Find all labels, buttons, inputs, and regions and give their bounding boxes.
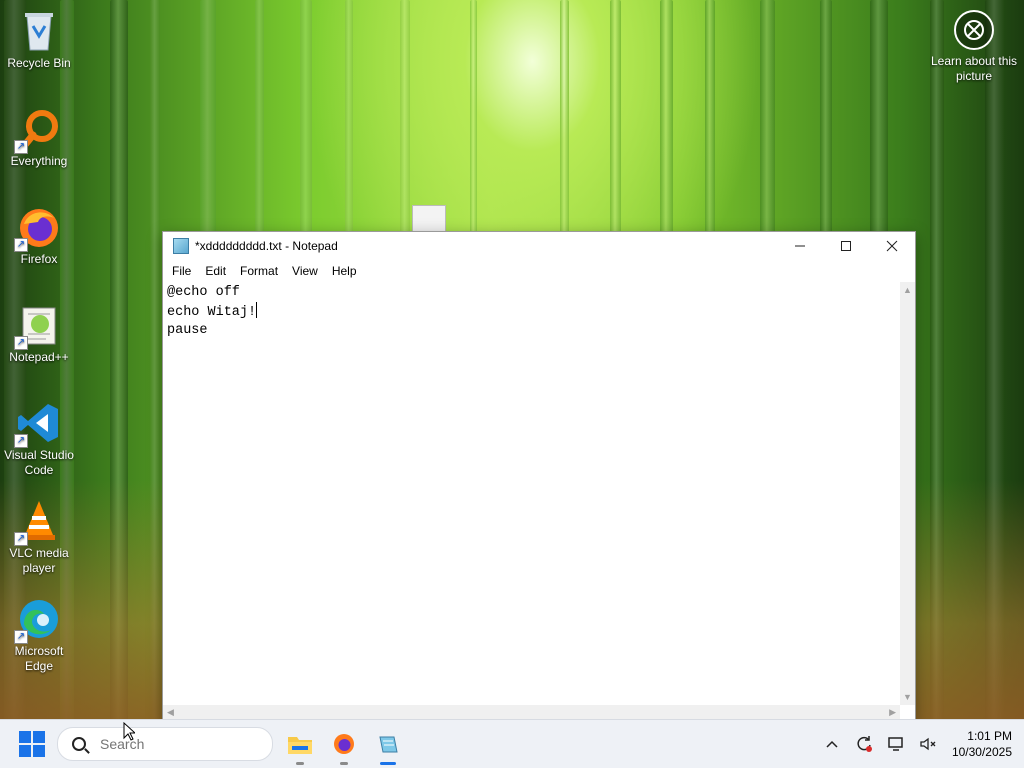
system-tray: 1:01 PM 10/30/2025 xyxy=(816,720,1024,768)
windows-logo-pane xyxy=(33,731,45,743)
title-bar[interactable]: *xddddddddd.txt - Notepad xyxy=(163,232,915,260)
learn-label: Learn about this picture xyxy=(930,54,1018,83)
taskbar-search[interactable] xyxy=(57,727,273,761)
firefox-icon: ↗ xyxy=(14,204,62,252)
notepad-icon xyxy=(173,238,189,254)
start-button[interactable] xyxy=(19,731,45,757)
scroll-left-icon[interactable]: ◀ xyxy=(167,707,174,718)
everything-search-icon: ↗ xyxy=(14,106,62,154)
window-title: *xddddddddd.txt - Notepad xyxy=(195,239,338,253)
scroll-up-icon[interactable]: ▲ xyxy=(903,285,912,295)
notepadpp-icon: ↗ xyxy=(14,302,62,350)
desktop-icon-label: Notepad++ xyxy=(9,350,69,364)
scroll-down-icon[interactable]: ▼ xyxy=(903,692,912,702)
running-indicator xyxy=(340,762,348,765)
file-explorer-icon xyxy=(288,737,312,754)
minimize-button[interactable] xyxy=(777,232,823,260)
bamboo-stalk xyxy=(985,0,1005,720)
shortcut-arrow-icon: ↗ xyxy=(14,140,28,154)
desktop-icon-label: Everything xyxy=(10,154,68,168)
menu-file[interactable]: File xyxy=(165,262,198,280)
text-caret xyxy=(256,302,258,318)
desktop-icon-label: Microsoft Edge xyxy=(14,644,64,673)
desktop-icon-label: Visual Studio Code xyxy=(4,448,74,477)
menu-edit[interactable]: Edit xyxy=(198,262,233,280)
desktop-icon-notepadpp[interactable]: ↗ Notepad++ xyxy=(2,298,76,365)
editor-line: @echo off xyxy=(167,285,240,300)
desktop-icon-vlc[interactable]: ↗ VLC media player xyxy=(2,494,76,576)
desktop-icon-vscode[interactable]: ↗ Visual Studio Code xyxy=(2,396,76,478)
volume-muted-icon[interactable] xyxy=(916,732,940,756)
taskbar-file-explorer[interactable] xyxy=(284,728,316,765)
bamboo-stalk xyxy=(110,0,128,720)
notepad-window: *xddddddddd.txt - Notepad File Edit Form… xyxy=(162,231,916,722)
text-editor[interactable]: @echo off echo Witaj! pause xyxy=(163,282,900,705)
desktop-icon-firefox[interactable]: ↗ Firefox xyxy=(2,200,76,267)
search-icon xyxy=(72,737,86,751)
desktop-icon-label: Firefox xyxy=(20,252,58,266)
running-indicator xyxy=(296,762,304,765)
editor-line-with-caret: echo Witaj! xyxy=(167,302,896,322)
vscode-icon: ↗ xyxy=(14,400,62,448)
editor-line: echo Witaj! xyxy=(167,305,257,320)
taskbar: 1:01 PM 10/30/2025 xyxy=(0,719,1024,768)
camera-lens-icon xyxy=(954,10,994,50)
maximize-button[interactable] xyxy=(823,232,869,260)
close-button[interactable] xyxy=(869,232,915,260)
windows-logo-pane xyxy=(19,745,31,757)
windows-logo-pane xyxy=(33,745,45,757)
menu-view[interactable]: View xyxy=(285,262,325,280)
shortcut-arrow-icon: ↗ xyxy=(14,434,28,448)
bamboo-stalk xyxy=(150,0,160,720)
menu-bar: File Edit Format View Help xyxy=(163,260,915,282)
search-input[interactable] xyxy=(98,735,252,753)
windows-logo-icon xyxy=(19,731,31,743)
close-icon xyxy=(886,240,898,252)
maximize-icon xyxy=(841,241,851,251)
desktop-icon-label: Recycle Bin xyxy=(7,56,71,70)
vertical-scrollbar[interactable]: ▲ ▼ xyxy=(900,282,915,705)
learn-about-picture[interactable]: Learn about this picture xyxy=(924,10,1024,84)
scroll-right-icon[interactable]: ▶ xyxy=(889,707,896,718)
mouse-cursor xyxy=(123,721,137,746)
active-indicator xyxy=(380,762,396,765)
desktop-icon-recycle-bin[interactable]: Recycle Bin xyxy=(2,4,76,71)
desktop-icon-everything[interactable]: ↗ Everything xyxy=(2,102,76,169)
shortcut-arrow-icon: ↗ xyxy=(14,532,28,546)
network-icon[interactable] xyxy=(884,732,908,756)
desktop-icon-edge[interactable]: ↗ Microsoft Edge xyxy=(2,592,76,674)
shortcut-arrow-icon: ↗ xyxy=(14,630,28,644)
shortcut-arrow-icon: ↗ xyxy=(14,336,28,350)
chevron-up-icon[interactable] xyxy=(820,732,844,756)
edge-icon: ↗ xyxy=(14,596,62,644)
vlc-icon: ↗ xyxy=(14,498,62,546)
notepad-icon xyxy=(379,736,398,753)
minimize-icon xyxy=(795,245,805,247)
menu-help[interactable]: Help xyxy=(325,262,364,280)
desktop-icon-label: VLC media player xyxy=(9,546,69,575)
firefox-icon xyxy=(334,734,354,754)
clock-date: 10/30/2025 xyxy=(951,745,1012,759)
clock-time: 1:01 PM xyxy=(967,729,1012,743)
update-icon[interactable] xyxy=(852,732,876,756)
taskbar-notepad[interactable] xyxy=(372,728,404,765)
recycle-bin-icon xyxy=(16,8,62,54)
taskbar-firefox[interactable] xyxy=(328,728,360,765)
editor-line: pause xyxy=(167,323,208,338)
shortcut-arrow-icon: ↗ xyxy=(14,238,28,252)
clock[interactable]: 1:01 PM 10/30/2025 xyxy=(952,728,1012,760)
bamboo-stalk xyxy=(930,0,944,720)
menu-format[interactable]: Format xyxy=(233,262,285,280)
